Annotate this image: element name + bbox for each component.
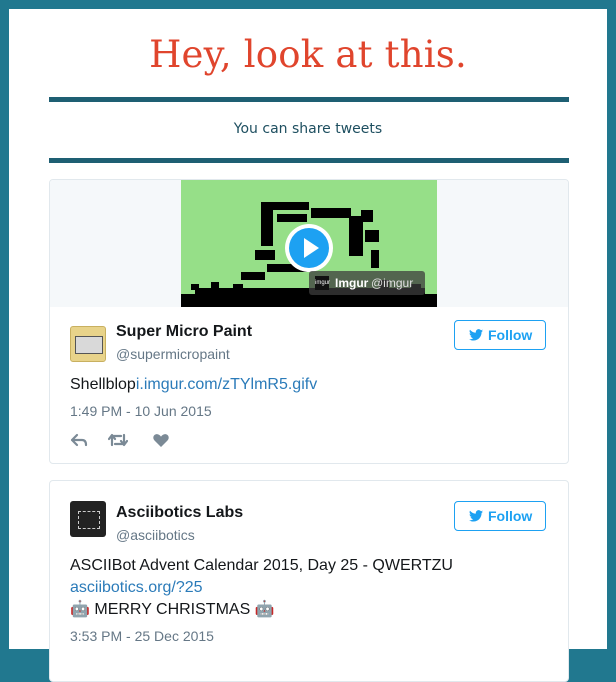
tweet-link[interactable]: asciibotics.org/?25	[70, 577, 203, 599]
page-title: Hey, look at this.	[149, 33, 467, 76]
divider-bottom	[49, 158, 569, 163]
avatar[interactable]	[70, 326, 106, 362]
avatar[interactable]	[70, 501, 106, 537]
author-name[interactable]: Asciibotics Labs	[116, 504, 243, 522]
media-source-handle: @imgur	[371, 276, 414, 290]
twitter-bird-icon	[469, 329, 483, 341]
play-button[interactable]	[285, 224, 333, 272]
follow-label: Follow	[488, 327, 533, 343]
reply-icon[interactable]	[70, 432, 88, 448]
follow-button[interactable]: Follow	[454, 320, 546, 350]
embedded-tweet: Asciibotics Labs @asciibotics Follow ASC…	[49, 480, 569, 682]
media-source-name: Imgur	[335, 276, 369, 290]
twitter-bird-icon	[469, 510, 483, 522]
play-icon	[289, 228, 329, 268]
author-name[interactable]: Super Micro Paint	[116, 323, 252, 341]
tweet-text: ASCIIBot Advent Calendar 2015, Day 25 - …	[70, 557, 453, 574]
section-subtitle: You can share tweets	[233, 121, 383, 137]
tweet-text: Shellblopi.imgur.com/zTYlmR5.gifv	[70, 374, 317, 396]
follow-label: Follow	[488, 508, 533, 524]
media-preview[interactable]: imgur Imgur @imgur	[181, 180, 437, 307]
embedded-tweet: imgur Imgur @imgur Super Micro Paint @su…	[49, 179, 569, 464]
author-handle[interactable]: @supermicropaint	[116, 346, 230, 362]
author-handle[interactable]: @asciibotics	[116, 527, 195, 543]
media-source-badge[interactable]: imgur Imgur @imgur	[309, 271, 425, 295]
tweet-link[interactable]: i.imgur.com/zTYlmR5.gifv	[136, 376, 317, 393]
tweet-timestamp[interactable]: 1:49 PM - 10 Jun 2015	[70, 403, 212, 419]
tweet-body: Shellblop	[70, 376, 136, 393]
imgur-logo-icon: imgur	[315, 276, 330, 290]
follow-button[interactable]: Follow	[454, 501, 546, 531]
retweet-icon[interactable]	[108, 432, 128, 448]
tweet-timestamp[interactable]: 3:53 PM - 25 Dec 2015	[70, 628, 214, 644]
tweet-media[interactable]: imgur Imgur @imgur	[50, 180, 568, 307]
like-icon[interactable]	[152, 432, 170, 448]
tweet-text-line: 🤖 MERRY CHRISTMAS 🤖	[70, 601, 275, 618]
newsletter-frame: Hey, look at this. You can share tweets	[9, 9, 607, 682]
divider-top	[49, 97, 569, 102]
